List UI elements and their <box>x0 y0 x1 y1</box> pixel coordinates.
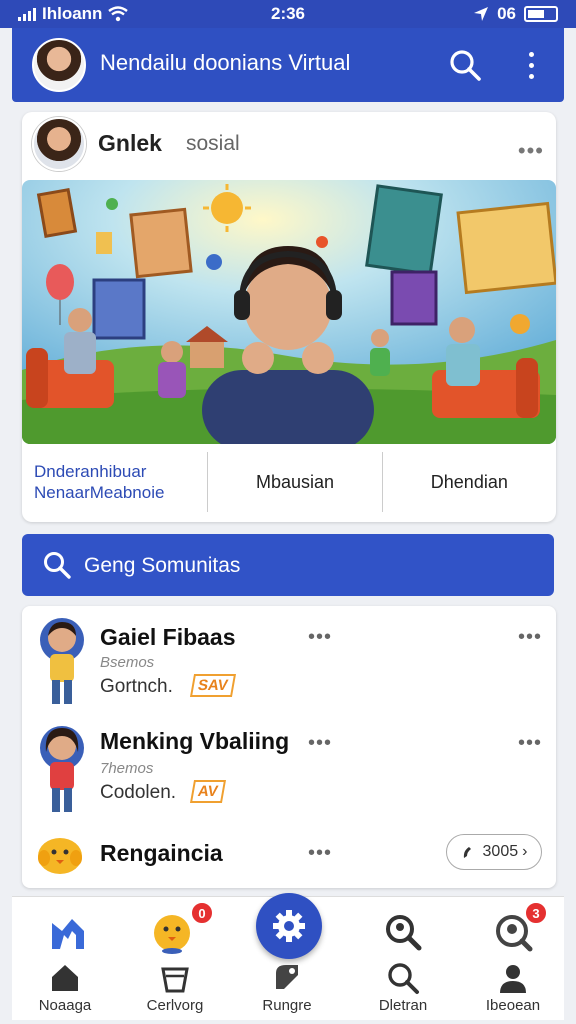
community-search-label: Geng Somunitas <box>84 554 241 577</box>
list-item-dots-icon[interactable]: ••• <box>308 626 332 649</box>
list-item-dots-icon[interactable]: ••• <box>308 732 332 755</box>
nav-label-4[interactable]: Dletran <box>348 997 458 1014</box>
bottom-nav: 0 3 Noaaga Cerlvorg Rungre Dletran Ibeoe… <box>10 893 564 1020</box>
post-action-primary-line1: Dnderanhibuar <box>34 462 147 481</box>
chick-notification-icon[interactable] <box>148 907 196 955</box>
nav-label-3[interactable]: Rungre <box>232 997 342 1014</box>
post-hero-image[interactable] <box>22 180 556 444</box>
settings-fab-button[interactable] <box>256 893 322 959</box>
post-card: Gnlek sosial ••• Dnderanhibuar NenaarMea… <box>22 112 556 522</box>
list-item[interactable]: Rengaincia ••• 3005 › <box>22 828 556 888</box>
post-action-primary[interactable]: Dnderanhibuar NenaarMeabnoie <box>22 452 207 512</box>
home-m-icon[interactable] <box>44 909 92 957</box>
home-icon[interactable] <box>48 961 82 995</box>
profile-icon[interactable] <box>496 961 530 995</box>
status-right: 06 <box>473 4 558 24</box>
list-item-pill-button[interactable]: 3005 › <box>446 834 542 870</box>
search-icon[interactable] <box>448 48 482 82</box>
post-action-second[interactable]: Mbausian <box>207 452 381 512</box>
profile-avatar[interactable] <box>32 38 86 92</box>
nav-label-home[interactable]: Noaaga <box>10 997 120 1014</box>
girl-figure-icon <box>40 726 84 812</box>
list-item[interactable]: Gaiel Fibaas Bsemos Gortnch. SAV ••• ••• <box>22 606 556 716</box>
phone-icon <box>463 847 471 858</box>
search-icon <box>44 552 71 579</box>
list-item-meta: Bsemos <box>100 654 155 671</box>
chevron-right-icon: › <box>522 843 528 860</box>
list-item-detail: Gortnch. <box>100 676 173 697</box>
tag-icon[interactable] <box>270 961 304 995</box>
chick-icon <box>38 838 82 874</box>
post-actions: Dnderanhibuar NenaarMeabnoie Mbausian Dh… <box>22 452 556 512</box>
location-arrow-icon <box>474 7 489 21</box>
chat-badge: 3 <box>524 901 548 925</box>
search-people-icon[interactable] <box>378 907 426 955</box>
list-item-badge: SAV <box>189 674 236 697</box>
list-item-meta: 7hemos <box>100 760 154 777</box>
boy-figure-icon <box>40 618 84 704</box>
bucket-icon[interactable] <box>158 961 192 995</box>
list-item-name: Menking Vbaliing <box>100 728 290 754</box>
list-item-more-icon[interactable]: ••• <box>518 626 542 649</box>
list-item-name: Gaiel Fibaas <box>100 624 236 650</box>
list-item-detail: Codolen. <box>100 782 177 803</box>
post-author-name[interactable]: Gnlek <box>98 130 162 157</box>
community-search-bar[interactable]: Geng Somunitas <box>22 534 554 596</box>
list-item-name: Rengaincia <box>100 840 223 866</box>
community-list: Gaiel Fibaas Bsemos Gortnch. SAV ••• •••… <box>22 606 556 888</box>
app-header: Nendailu doonians Virtual <box>12 28 564 102</box>
list-item[interactable]: Menking Vbaliing 7hemos Codolen. AV ••• … <box>22 718 556 828</box>
search-icon[interactable] <box>386 961 420 995</box>
list-item-badge: AV <box>189 780 226 803</box>
post-author-avatar[interactable] <box>32 117 86 171</box>
status-signal-text: 06 <box>497 4 516 23</box>
list-item-dots-icon[interactable]: ••• <box>308 842 332 865</box>
battery-icon <box>524 6 558 22</box>
notification-badge: 0 <box>190 901 214 925</box>
post-action-third[interactable]: Dhendian <box>381 452 556 512</box>
status-bar: Ihloann 2:36 06 <box>0 0 576 28</box>
post-more-icon[interactable]: ••• <box>518 138 544 164</box>
list-item-more-icon[interactable]: ••• <box>518 732 542 755</box>
post-subtitle: sosial <box>186 132 240 155</box>
page-title: Nendailu doonians Virtual <box>100 50 351 75</box>
nav-label-2[interactable]: Cerlvorg <box>120 997 230 1014</box>
gear-icon <box>273 910 305 942</box>
more-vertical-icon[interactable] <box>526 50 536 80</box>
nav-label-5[interactable]: Ibeoean <box>458 997 568 1014</box>
list-item-pill-value: 3005 <box>482 843 519 860</box>
post-action-primary-line2: NenaarMeabnoie <box>34 483 165 502</box>
